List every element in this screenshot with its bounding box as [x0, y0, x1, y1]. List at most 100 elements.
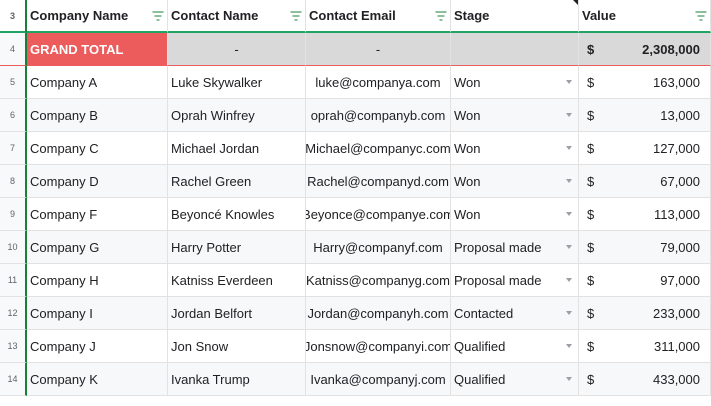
contact-cell[interactable]: Ivanka Trump	[168, 363, 306, 396]
header-label: Contact Name	[171, 8, 259, 23]
filter-icon[interactable]	[290, 11, 301, 20]
header-row: 3 Company Name Contact Name Contact Emai…	[0, 0, 711, 33]
stage-dropdown[interactable]: Qualified	[451, 363, 579, 396]
filter-icon[interactable]	[435, 11, 446, 20]
row-number[interactable]: 5	[0, 66, 27, 99]
total-email-cell[interactable]: -	[306, 33, 451, 66]
email-cell[interactable]: luke@companya.com	[306, 66, 451, 99]
company-cell[interactable]: Company C	[27, 132, 168, 165]
filter-icon[interactable]	[695, 11, 706, 20]
value-cell[interactable]: $67,000	[579, 165, 711, 198]
stage-dropdown[interactable]: Proposal made	[451, 264, 579, 297]
row-number[interactable]: 9	[0, 198, 27, 231]
total-contact-cell[interactable]: -	[168, 33, 306, 66]
contact-cell[interactable]: Oprah Winfrey	[168, 99, 306, 132]
value-cell[interactable]: $97,000	[579, 264, 711, 297]
email-cell[interactable]: Jordan@companyh.com	[306, 297, 451, 330]
email-cell[interactable]: Michael@companyc.com	[306, 132, 451, 165]
header-company-name[interactable]: Company Name	[27, 0, 168, 33]
dropdown-arrow-icon[interactable]	[566, 179, 572, 183]
contact-cell[interactable]: Luke Skywalker	[168, 66, 306, 99]
company-cell[interactable]: Company B	[27, 99, 168, 132]
header-contact-name[interactable]: Contact Name	[168, 0, 306, 33]
contact-cell[interactable]: Katniss Everdeen	[168, 264, 306, 297]
email-cell[interactable]: Katniss@companyg.com	[306, 264, 451, 297]
email-cell[interactable]: Ivanka@companyj.com	[306, 363, 451, 396]
stage-dropdown[interactable]: Contacted	[451, 297, 579, 330]
contact-cell[interactable]: Harry Potter	[168, 231, 306, 264]
table-row: 7 Company C Michael Jordan Michael@companyc…	[0, 132, 711, 165]
dropdown-arrow-icon[interactable]	[566, 245, 572, 249]
company-cell[interactable]: Company D	[27, 165, 168, 198]
row-number[interactable]: 4	[0, 33, 27, 66]
dropdown-arrow-icon[interactable]	[566, 80, 572, 84]
currency-symbol: $	[587, 107, 595, 123]
value-cell[interactable]: $113,000	[579, 198, 711, 231]
stage-dropdown[interactable]: Won	[451, 165, 579, 198]
value-cell[interactable]: $311,000	[579, 330, 711, 363]
company-cell[interactable]: Company G	[27, 231, 168, 264]
dropdown-arrow-icon[interactable]	[566, 311, 572, 315]
row-number[interactable]: 14	[0, 363, 27, 396]
table-row: 10 Company G Harry Potter Harry@companyf.co…	[0, 231, 711, 264]
stage-dropdown[interactable]: Proposal made	[451, 231, 579, 264]
header-value[interactable]: Value	[579, 0, 711, 33]
row-number[interactable]: 7	[0, 132, 27, 165]
email-cell[interactable]: Rachel@companyd.com	[306, 165, 451, 198]
dropdown-arrow-icon[interactable]	[566, 278, 572, 282]
email-cell[interactable]: Jonsnow@companyi.com	[306, 330, 451, 363]
table-row: 6 Company B Oprah Winfrey oprah@companyb.co…	[0, 99, 711, 132]
currency-symbol: $	[587, 41, 595, 57]
stage-dropdown[interactable]: Won	[451, 132, 579, 165]
row-number[interactable]: 13	[0, 330, 27, 363]
row-number[interactable]: 8	[0, 165, 27, 198]
value-cell[interactable]: $433,000	[579, 363, 711, 396]
stage-dropdown[interactable]: Won	[451, 66, 579, 99]
currency-symbol: $	[587, 173, 595, 189]
stage-value: Contacted	[454, 305, 514, 321]
total-stage-cell[interactable]	[451, 33, 579, 66]
contact-cell[interactable]: Rachel Green	[168, 165, 306, 198]
total-value-cell[interactable]: $ 2,308,000	[579, 33, 711, 66]
contact-cell[interactable]: Jon Snow	[168, 330, 306, 363]
contact-cell[interactable]: Michael Jordan	[168, 132, 306, 165]
company-cell[interactable]: Company I	[27, 297, 168, 330]
company-cell[interactable]: Company K	[27, 363, 168, 396]
dropdown-arrow-icon[interactable]	[566, 377, 572, 381]
stage-dropdown[interactable]: Qualified	[451, 330, 579, 363]
stage-dropdown[interactable]: Won	[451, 99, 579, 132]
dropdown-arrow-icon[interactable]	[566, 113, 572, 117]
row-number[interactable]: 6	[0, 99, 27, 132]
company-cell[interactable]: Company J	[27, 330, 168, 363]
dropdown-arrow-icon[interactable]	[566, 344, 572, 348]
contact-cell[interactable]: Jordan Belfort	[168, 297, 306, 330]
value-cell[interactable]: $233,000	[579, 297, 711, 330]
value-cell[interactable]: $13,000	[579, 99, 711, 132]
filter-icon[interactable]	[152, 11, 163, 20]
email-cell[interactable]: oprah@companyb.com	[306, 99, 451, 132]
stage-dropdown[interactable]: Won	[451, 198, 579, 231]
grand-total-label[interactable]: GRAND TOTAL	[27, 33, 168, 66]
dropdown-arrow-icon[interactable]	[566, 212, 572, 216]
row-number[interactable]: 3	[0, 0, 27, 33]
table-row: 12 Company I Jordan Belfort Jordan@companyh…	[0, 297, 711, 330]
header-stage[interactable]: Stage	[451, 0, 579, 33]
value-cell[interactable]: $163,000	[579, 66, 711, 99]
dropdown-arrow-icon[interactable]	[566, 146, 572, 150]
value-amount: 113,000	[653, 206, 700, 222]
email-cell[interactable]: Harry@companyf.com	[306, 231, 451, 264]
currency-symbol: $	[587, 305, 595, 321]
email-cell[interactable]: Beyonce@companye.com	[306, 198, 451, 231]
value-cell[interactable]: $79,000	[579, 231, 711, 264]
row-number[interactable]: 10	[0, 231, 27, 264]
value-cell[interactable]: $127,000	[579, 132, 711, 165]
header-contact-email[interactable]: Contact Email	[306, 0, 451, 33]
row-number[interactable]: 11	[0, 264, 27, 297]
value-amount: 311,000	[653, 338, 700, 354]
currency-symbol: $	[587, 140, 595, 156]
contact-cell[interactable]: Beyoncé Knowles	[168, 198, 306, 231]
company-cell[interactable]: Company F	[27, 198, 168, 231]
row-number[interactable]: 12	[0, 297, 27, 330]
company-cell[interactable]: Company H	[27, 264, 168, 297]
company-cell[interactable]: Company A	[27, 66, 168, 99]
